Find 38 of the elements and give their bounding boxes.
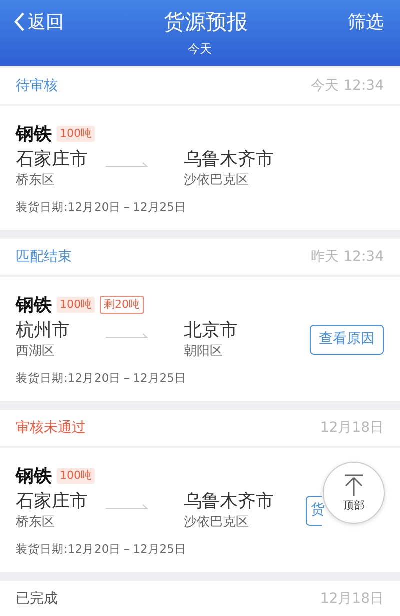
destination-city: 北京市 xyxy=(184,319,238,343)
weight-tag: 100吨 xyxy=(57,126,95,142)
status-label: 匹配结束 xyxy=(16,248,72,266)
loading-dates: 装货日期:12月20日－12月25日 xyxy=(16,370,188,386)
status-time: 12月18日 xyxy=(320,590,384,608)
loading-dates: 装货日期:12月20日－12月25日 xyxy=(16,199,188,215)
origin-city: 石家庄市 xyxy=(16,148,88,172)
origin-city: 杭州市 xyxy=(16,319,70,343)
weight-tag: 剩20吨 xyxy=(100,296,144,314)
date-subtitle: 今天 xyxy=(188,42,212,56)
status-label: 已完成 xyxy=(16,590,58,608)
status-time: 昨天 12:34 xyxy=(311,248,384,266)
destination-city: 乌鲁木齐市 xyxy=(184,490,274,514)
status-time: 今天 12:34 xyxy=(311,77,384,95)
weight-tag: 100吨 xyxy=(57,297,95,313)
weight-tag: 100吨 xyxy=(57,468,95,484)
origin-district: 桥东区 xyxy=(16,172,55,190)
origin-city: 石家庄市 xyxy=(16,490,88,514)
back-button[interactable]: 返回 xyxy=(14,10,64,34)
filter-button[interactable]: 筛选 xyxy=(348,10,384,34)
loading-dates: 装货日期:12月20日－12月25日 xyxy=(16,541,188,557)
status-time: 12月18日 xyxy=(320,419,384,437)
status-label: 审核未通过 xyxy=(16,419,86,437)
cargo-name: 钢铁 xyxy=(16,123,52,146)
cargo-card[interactable]: 钢铁 100吨 剩20吨 杭州市 西湖区 北京市 朝阳区 装货日期:12月20日－12月25日 查看原因 xyxy=(0,277,400,401)
page-title: 货源预报 xyxy=(164,9,248,36)
cargo-name: 钢铁 xyxy=(16,465,52,488)
chevron-left-icon xyxy=(14,12,25,32)
destination-district: 沙依巴克区 xyxy=(184,172,249,190)
origin-district: 桥东区 xyxy=(16,514,55,532)
origin-district: 西湖区 xyxy=(16,343,55,361)
cargo-card[interactable]: 钢铁 100吨 石家庄市 桥东区 乌鲁木齐市 沙依巴克区 装货日期:12月20日－12月25日 xyxy=(0,106,400,230)
destination-city: 乌鲁木齐市 xyxy=(184,148,274,172)
arrow-up-icon xyxy=(344,474,364,496)
destination-district: 沙依巴克区 xyxy=(184,514,249,532)
status-label: 待审核 xyxy=(16,77,58,95)
cargo-name: 钢铁 xyxy=(16,294,52,317)
destination-district: 朝阳区 xyxy=(184,343,223,361)
